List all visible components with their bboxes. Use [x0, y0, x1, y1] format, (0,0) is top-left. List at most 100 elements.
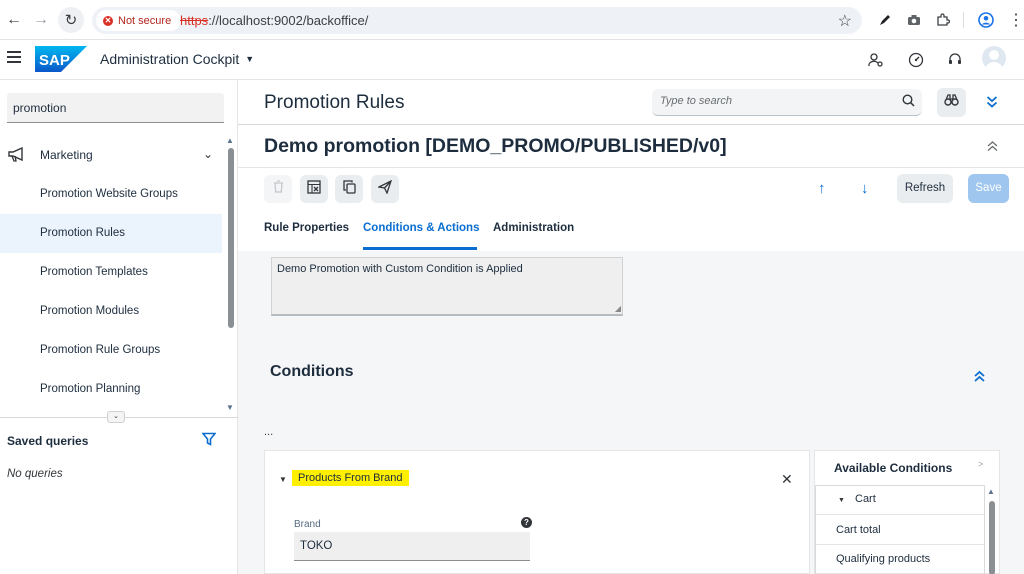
saved-queries-title: Saved queries	[7, 434, 89, 448]
main-content: Promotion Rules Type to search Demo prom…	[238, 80, 1024, 574]
previous-record-arrow-icon[interactable]: ↑	[818, 180, 826, 197]
security-indicator[interactable]: ✕ Not secure	[96, 10, 182, 31]
reload-icon[interactable]: ↻	[58, 7, 84, 33]
browser-toolbar: ← → ↻ ✕ Not secure https://localhost:900…	[0, 0, 1024, 40]
brand-label: Brand	[294, 519, 321, 530]
sidebar-group-label: Marketing	[40, 148, 93, 162]
scroll-up-arrow-icon[interactable]: ▲	[226, 136, 234, 145]
caret-down-icon: ▼	[245, 54, 255, 64]
camera-icon[interactable]	[904, 10, 924, 30]
trash-icon	[273, 180, 284, 198]
advanced-search-button[interactable]	[937, 88, 966, 117]
condition-name[interactable]: Products From Brand	[292, 470, 409, 486]
description-textarea[interactable]: Demo Promotion with Custom Condition is …	[271, 257, 623, 316]
publish-button[interactable]	[371, 175, 399, 203]
tab-administration[interactable]: Administration	[493, 222, 574, 234]
not-secure-label: Not secure	[118, 14, 172, 27]
extensions-puzzle-icon[interactable]	[933, 10, 953, 30]
active-tab-indicator	[363, 247, 477, 250]
app-title-text: Administration Cockpit	[100, 51, 240, 67]
object-title: Demo promotion [DEMO_PROMO/PUBLISHED/v0]	[264, 135, 727, 157]
header-divider	[238, 124, 1024, 125]
search-icon[interactable]	[902, 94, 915, 110]
pen-extension-icon[interactable]	[875, 10, 895, 30]
caret-down-icon[interactable]: ▼	[279, 475, 287, 484]
sap-logo[interactable]: SAP	[35, 46, 87, 72]
sidebar-item-promotion-rules[interactable]: Promotion Rules	[0, 214, 222, 253]
user-avatar[interactable]	[982, 46, 1006, 70]
chevron-right-icon[interactable]: >	[978, 459, 983, 469]
navigation-sidebar: promotion Marketing ⌄ Promotion Website …	[0, 80, 238, 574]
tree-group-label: Cart	[855, 493, 876, 505]
available-conditions-list: ▼ Cart Cart total Qualifying products	[815, 485, 985, 574]
no-queries-text: No queries	[7, 468, 63, 480]
close-icon[interactable]: ✕	[781, 471, 793, 488]
megaphone-icon	[8, 146, 26, 168]
refresh-button[interactable]: Refresh	[897, 174, 953, 203]
tree-item-qualifying-products[interactable]: Qualifying products	[816, 545, 984, 574]
available-conditions-title: Available Conditions	[834, 461, 953, 475]
forward-icon[interactable]: →	[30, 9, 52, 31]
resize-grip-icon[interactable]: ◢	[615, 304, 621, 313]
sidebar-item-promotion-modules[interactable]: Promotion Modules	[0, 292, 222, 331]
sidebar-item-promotion-planning[interactable]: Promotion Planning	[0, 370, 222, 409]
filter-icon[interactable]	[201, 432, 217, 451]
support-headset-icon[interactable]	[945, 50, 965, 70]
bookmark-star-icon[interactable]: ☆	[838, 11, 852, 31]
main-search-input[interactable]: Type to search	[652, 89, 922, 116]
sidebar-item-promotion-templates[interactable]: Promotion Templates	[0, 253, 222, 292]
scroll-up-arrow-icon[interactable]: ▲	[987, 487, 995, 496]
url-scheme: https	[180, 13, 209, 28]
toolbar-divider	[963, 12, 964, 28]
tree-group-cart[interactable]: ▼ Cart	[816, 486, 984, 515]
title-divider	[238, 167, 1024, 168]
app-title[interactable]: Administration Cockpit ▼	[100, 51, 254, 67]
dashboard-gauge-icon[interactable]	[906, 50, 926, 70]
conditions-heading: Conditions	[270, 363, 354, 380]
sidebar-item-promotion-website-groups[interactable]: Promotion Website Groups	[0, 175, 222, 214]
expand-header-icon[interactable]	[986, 95, 998, 112]
tab-rule-properties[interactable]: Rule Properties	[264, 222, 349, 234]
svg-text:SAP: SAP	[39, 52, 70, 69]
shell-bar: SAP Administration Cockpit ▼	[0, 40, 1024, 80]
description-text: Demo Promotion with Custom Condition is …	[277, 263, 523, 275]
warning-icon: ✕	[103, 15, 113, 26]
search-placeholder: Type to search	[660, 95, 732, 107]
export-button[interactable]	[300, 175, 328, 203]
profile-icon[interactable]	[976, 10, 996, 30]
tab-conditions-actions[interactable]: Conditions & Actions	[363, 222, 479, 234]
sidebar-search-input[interactable]: promotion	[7, 93, 224, 123]
url-path: ://localhost:9002/backoffice/	[208, 13, 369, 28]
copy-button[interactable]	[335, 175, 363, 203]
url-text[interactable]: https://localhost:9002/backoffice/	[180, 13, 368, 28]
collapse-header-icon[interactable]	[987, 140, 998, 155]
address-bar[interactable]: ✕ Not secure https://localhost:9002/back…	[92, 7, 862, 34]
sidebar-item-promotion-rule-groups[interactable]: Promotion Rule Groups	[0, 331, 222, 370]
sidebar-scrollbar[interactable]	[228, 148, 234, 328]
delete-button[interactable]	[264, 175, 292, 203]
hamburger-menu-icon[interactable]	[7, 51, 21, 63]
conditions-panel-scrollbar[interactable]	[989, 501, 995, 574]
paper-plane-icon	[376, 179, 393, 199]
copy-icon	[342, 179, 356, 199]
condition-card: ▼ Products From Brand ✕ Brand ? TOKO	[264, 450, 810, 574]
sidebar-group-marketing[interactable]: Marketing ⌄	[0, 137, 226, 175]
user-settings-icon[interactable]	[866, 50, 886, 70]
brand-field[interactable]: TOKO	[294, 532, 530, 561]
save-button[interactable]: Save	[968, 174, 1009, 203]
chevron-down-icon[interactable]: ⌄	[203, 147, 213, 161]
binoculars-icon	[944, 93, 959, 112]
tree-item-cart-total[interactable]: Cart total	[816, 516, 984, 545]
back-icon[interactable]: ←	[3, 9, 25, 31]
spreadsheet-icon	[307, 179, 321, 199]
caret-down-icon[interactable]: ▼	[838, 497, 845, 504]
conditions-ellipsis[interactable]: ...	[264, 426, 273, 438]
tab-content-area: Demo Promotion with Custom Condition is …	[238, 251, 1024, 574]
scroll-down-arrow-icon[interactable]: ▼	[226, 403, 234, 412]
more-menu-icon[interactable]: ⋮	[1006, 10, 1024, 30]
page-title: Promotion Rules	[264, 92, 405, 113]
next-record-arrow-icon[interactable]: ↓	[861, 180, 869, 197]
panel-resize-handle[interactable]: ⌄	[107, 411, 125, 423]
help-icon[interactable]: ?	[521, 517, 532, 528]
collapse-conditions-icon[interactable]	[974, 370, 985, 386]
